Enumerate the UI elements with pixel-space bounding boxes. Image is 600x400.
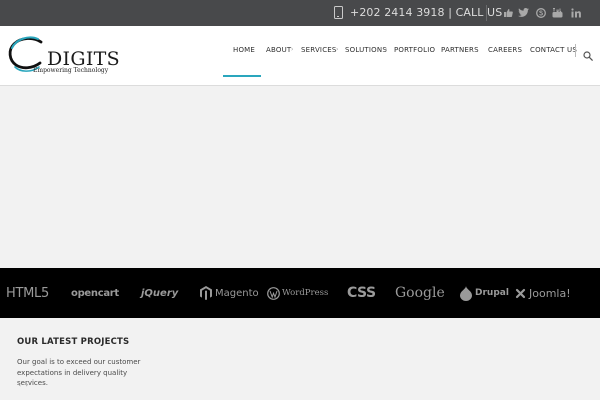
digits-logo[interactable]: DIGITS Empowering Technology [7, 36, 120, 78]
wordpress-logo-text: WordPress [282, 288, 329, 298]
css-logo: CSS [347, 283, 376, 303]
skype-icon[interactable] [535, 7, 546, 18]
nav-partners[interactable]: PARTNERS [441, 46, 479, 54]
phone-icon [334, 6, 343, 19]
top-bar: +202 2414 3918 | CALL US [0, 0, 600, 26]
search-icon[interactable] [583, 46, 593, 61]
jquery-logo: jQuery [141, 283, 178, 303]
html5-logo: HTML5 [6, 283, 49, 303]
active-nav-underline [223, 75, 261, 77]
drupal-logo: Drupal [460, 283, 509, 303]
technology-logos-strip: HTML5 opencart jQuery Magento WordPress … [0, 268, 600, 318]
site-header: DIGITS Empowering Technology HOME ABOUT … [0, 26, 600, 86]
wordpress-logo: WordPress [267, 283, 328, 303]
google-logo: Google [395, 283, 445, 303]
wordpress-icon [267, 286, 280, 300]
linkedin-icon[interactable] [570, 7, 581, 18]
css-logo-text: CSS [347, 285, 376, 301]
google-logo-text: Google [395, 285, 445, 301]
drupal-logo-text: Drupal [475, 288, 509, 298]
logo-tagline: Empowering Technology [33, 67, 109, 74]
joomla-logo: Joomla! [514, 283, 571, 303]
nav-careers[interactable]: CAREERS [488, 46, 522, 54]
jquery-logo-text: jQuery [141, 287, 179, 299]
joomla-icon [515, 288, 526, 298]
youtube-icon[interactable] [552, 7, 563, 18]
nav-divider [575, 44, 576, 57]
topbar-divider [486, 5, 487, 21]
carousel-prev-button[interactable]: ‹ [18, 381, 21, 389]
nav-contact-us[interactable]: CONTACT US [530, 46, 577, 54]
nav-dropdown-indicator: › [336, 46, 339, 53]
drupal-icon [460, 285, 472, 301]
nav-services[interactable]: SERVICES [301, 46, 337, 54]
nav-solutions[interactable]: SOLUTIONS [345, 46, 387, 54]
opencart-logo: opencart [71, 283, 119, 303]
nav-dropdown-indicator: › [385, 46, 388, 53]
magento-logo-text: Magento [215, 287, 259, 299]
projects-carousel-controls: ‹ › [18, 381, 28, 389]
joomla-logo-text: Joomla! [529, 286, 571, 300]
nav-dropdown-indicator: › [291, 46, 294, 53]
nav-home[interactable]: HOME [233, 46, 255, 54]
nav-portfolio[interactable]: PORTFOLIO [394, 46, 435, 54]
latest-projects-description: Our goal is to exceed our customer expec… [17, 358, 141, 387]
magento-icon [200, 286, 212, 300]
twitter-icon[interactable] [518, 7, 529, 18]
opencart-logo-text: opencart [71, 287, 119, 299]
latest-projects-heading: OUR LATEST PROJECTS [17, 337, 130, 347]
magento-logo: Magento [200, 283, 259, 303]
thumbs-up-icon[interactable] [502, 7, 513, 18]
call-us-text: +202 2414 3918 | CALL US [350, 6, 503, 19]
nav-about[interactable]: ABOUT [266, 46, 291, 54]
html5-logo-text: HTML5 [6, 285, 49, 301]
carousel-next-button[interactable]: › [25, 381, 28, 389]
